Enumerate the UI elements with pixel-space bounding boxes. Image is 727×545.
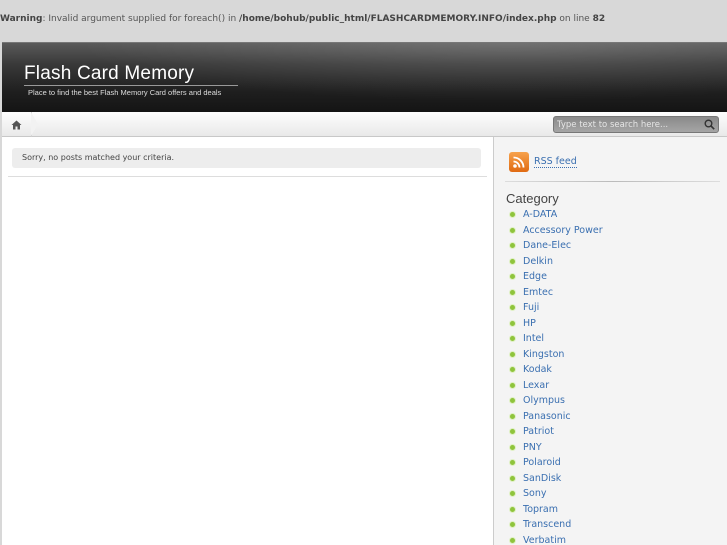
category-link[interactable]: Delkin — [523, 256, 553, 267]
category-link[interactable]: HP — [523, 318, 536, 329]
bullet-icon — [510, 475, 515, 481]
list-item: Emtec — [510, 285, 603, 301]
content-divider — [8, 176, 487, 177]
list-item: Panasonic — [510, 409, 603, 425]
list-item: Dane-Elec — [510, 238, 603, 254]
category-link[interactable]: Polaroid — [523, 457, 561, 468]
list-item: SanDisk — [510, 471, 603, 487]
category-link[interactable]: Accessory Power — [523, 225, 603, 236]
nav-bar — [2, 112, 727, 137]
list-item: Kodak — [510, 362, 603, 378]
site-header: Flash Card Memory Place to find the best… — [2, 42, 727, 112]
main-content: Sorry, no posts matched your criteria. — [2, 137, 493, 545]
rss-feed-link[interactable]: RSS feed — [509, 152, 577, 172]
php-warning: Warning: Invalid argument supplied for f… — [0, 14, 727, 26]
list-item: Kingston — [510, 347, 603, 363]
title-divider — [24, 85, 238, 86]
list-item: Lexar — [510, 378, 603, 394]
bullet-icon — [510, 367, 515, 373]
category-link[interactable]: Fuji — [523, 302, 539, 313]
category-link[interactable]: Kodak — [523, 364, 552, 375]
category-link[interactable]: PNY — [523, 442, 542, 453]
bullet-icon — [510, 429, 515, 435]
bullet-icon — [510, 537, 515, 543]
sidebar: RSS feed Category A-DATA Accessory Power… — [493, 137, 727, 545]
bullet-icon — [510, 212, 515, 218]
category-link[interactable]: SanDisk — [523, 473, 561, 484]
warning-line-prefix: on line — [556, 14, 593, 24]
category-link[interactable]: Kingston — [523, 349, 564, 360]
search-button[interactable] — [702, 118, 716, 131]
list-item: PNY — [510, 440, 603, 456]
bullet-icon — [510, 413, 515, 419]
site-title[interactable]: Flash Card Memory — [24, 63, 194, 85]
bullet-icon — [510, 351, 515, 357]
list-item: HP — [510, 316, 603, 332]
list-item: Olympus — [510, 393, 603, 409]
bullet-icon — [510, 522, 515, 528]
bullet-icon — [510, 258, 515, 264]
list-item: Accessory Power — [510, 223, 603, 239]
category-link[interactable]: Transcend — [523, 519, 571, 530]
list-item: Intel — [510, 331, 603, 347]
category-link[interactable]: A-DATA — [523, 209, 557, 220]
category-link[interactable]: Verbatim — [523, 535, 566, 545]
category-link[interactable]: Olympus — [523, 395, 565, 406]
category-link[interactable]: Patriot — [523, 426, 554, 437]
list-item: Topram — [510, 502, 603, 518]
list-item: A-DATA — [510, 207, 603, 223]
home-button[interactable] — [2, 112, 38, 137]
bullet-icon — [510, 305, 515, 311]
rss-icon — [509, 152, 529, 172]
no-posts-notice: Sorry, no posts matched your criteria. — [12, 148, 481, 168]
list-item: Verbatim — [510, 533, 603, 545]
category-link[interactable]: Intel — [523, 333, 544, 344]
category-link[interactable]: Lexar — [523, 380, 549, 391]
bullet-icon — [510, 444, 515, 450]
bullet-icon — [510, 289, 515, 295]
bullet-icon — [510, 460, 515, 466]
warning-path: /home/bohub/public_html/FLASHCARDMEMORY.… — [239, 14, 557, 24]
list-item: Fuji — [510, 300, 603, 316]
category-link[interactable]: Panasonic — [523, 411, 571, 422]
warning-label: Warning — [0, 14, 43, 24]
magnifier-icon — [704, 119, 715, 130]
rss-label[interactable]: RSS feed — [534, 156, 577, 168]
warning-line: 82 — [592, 14, 606, 24]
category-link[interactable]: Edge — [523, 271, 547, 282]
home-icon — [11, 120, 22, 129]
bullet-icon — [510, 382, 515, 388]
sidebar-divider — [505, 181, 720, 182]
site-tagline: Place to find the best Flash Memory Card… — [28, 88, 222, 97]
search-box — [553, 116, 719, 133]
category-heading: Category — [506, 191, 559, 206]
category-list: A-DATA Accessory Power Dane-Elec Delkin … — [510, 207, 603, 545]
list-item: Transcend — [510, 517, 603, 533]
list-item: Edge — [510, 269, 603, 285]
bullet-icon — [510, 274, 515, 280]
bullet-icon — [510, 320, 515, 326]
warning-message: : Invalid argument supplied for foreach(… — [42, 14, 240, 24]
bullet-icon — [510, 491, 515, 497]
list-item: Polaroid — [510, 455, 603, 471]
list-item: Patriot — [510, 424, 603, 440]
bullet-icon — [510, 398, 515, 404]
bullet-icon — [510, 506, 515, 512]
category-link[interactable]: Dane-Elec — [523, 240, 571, 251]
list-item: Sony — [510, 486, 603, 502]
bullet-icon — [510, 227, 515, 233]
category-link[interactable]: Emtec — [523, 287, 553, 298]
list-item: Delkin — [510, 254, 603, 270]
bullet-icon — [510, 243, 515, 249]
search-input[interactable] — [557, 118, 697, 131]
category-link[interactable]: Topram — [523, 504, 558, 515]
category-link[interactable]: Sony — [523, 488, 547, 499]
bullet-icon — [510, 336, 515, 342]
